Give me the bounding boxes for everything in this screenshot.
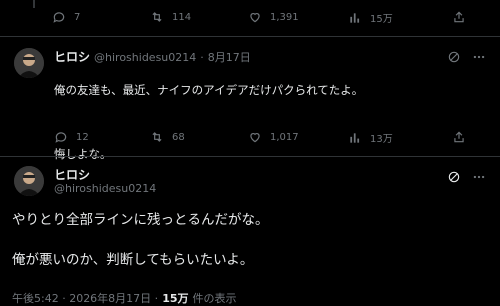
reply-button[interactable]: 12 <box>54 130 89 144</box>
share-button[interactable] <box>452 130 466 144</box>
like-button[interactable]: 1,391 <box>248 10 299 24</box>
views-count: 13万 <box>370 134 393 145</box>
more-icon[interactable] <box>472 170 486 184</box>
handle[interactable]: @hiroshidesu0214 <box>54 182 156 195</box>
views-count: 15万 <box>370 14 393 25</box>
like-count: 1,391 <box>270 11 299 23</box>
more-icon[interactable] <box>472 50 486 64</box>
retweet-icon <box>152 12 162 22</box>
thread-line-top <box>33 0 35 8</box>
avatar[interactable] <box>14 166 44 196</box>
views-label: 件の表示 <box>192 292 237 305</box>
separator: · <box>200 51 204 64</box>
retweet-icon <box>152 132 162 142</box>
top-action-bar: 7 114 1,391 15万 <box>0 10 500 30</box>
like-icon <box>250 133 260 143</box>
grok-icon[interactable] <box>447 170 461 184</box>
display-name[interactable]: ヒロシ <box>54 166 90 183</box>
reply-action-bar: 12 68 1,017 13万 <box>0 130 500 150</box>
retweet-count: 68 <box>172 131 185 143</box>
share-icon <box>454 131 464 143</box>
tweet-date[interactable]: 8月17日 <box>208 49 251 65</box>
grok-icon[interactable] <box>447 50 461 64</box>
reply-tweet-header: ヒロシ @hiroshidesu0214 · 8月17日 <box>54 48 251 65</box>
reply-button[interactable]: 7 <box>52 10 80 24</box>
views-button[interactable]: 13万 <box>348 130 393 145</box>
avatar[interactable] <box>14 48 44 78</box>
like-button[interactable]: 1,017 <box>248 130 299 144</box>
share-button[interactable] <box>452 10 466 24</box>
tweet-text-line: やりとり全部ラインに残っとるんだがな。 <box>12 212 269 228</box>
views-button[interactable]: 15万 <box>348 10 393 25</box>
main-tweet-text: やりとり全部ラインに残っとるんだがな。 俺が悪いのか、判断してもらいたいよ。 <box>12 210 482 270</box>
display-name[interactable]: ヒロシ <box>54 48 90 65</box>
reply-tweet-text: 俺の友達も、最近、ナイフのアイデアだけパクられてたよ。 悔しよな。 <box>54 66 484 178</box>
handle[interactable]: @hiroshidesu0214 <box>94 51 196 64</box>
tweet-text-line: 俺の友達も、最近、ナイフのアイデアだけパクられてたよ。 <box>54 83 364 97</box>
reply-icon <box>53 12 65 23</box>
retweet-button[interactable]: 68 <box>150 130 185 144</box>
retweet-count: 114 <box>172 11 192 23</box>
views-icon <box>350 12 360 23</box>
share-icon <box>454 11 464 23</box>
views-count: 15万 <box>162 292 189 305</box>
like-count: 1,017 <box>270 131 299 143</box>
reply-count: 12 <box>76 131 89 143</box>
tweet-text-line: 俺が悪いのか、判断してもらいたいよ。 <box>12 252 254 268</box>
divider-1 <box>0 36 500 37</box>
timestamp[interactable]: 午後5:42 · 2026年8月17日 · <box>12 290 158 306</box>
views-icon <box>350 132 360 143</box>
tweet-meta: 午後5:42 · 2026年8月17日 · 15万 件の表示 <box>12 290 237 306</box>
reply-icon <box>55 132 67 143</box>
retweet-button[interactable]: 114 <box>150 10 191 24</box>
reply-count: 7 <box>74 11 81 23</box>
like-icon <box>250 13 260 23</box>
divider-2 <box>0 156 500 157</box>
